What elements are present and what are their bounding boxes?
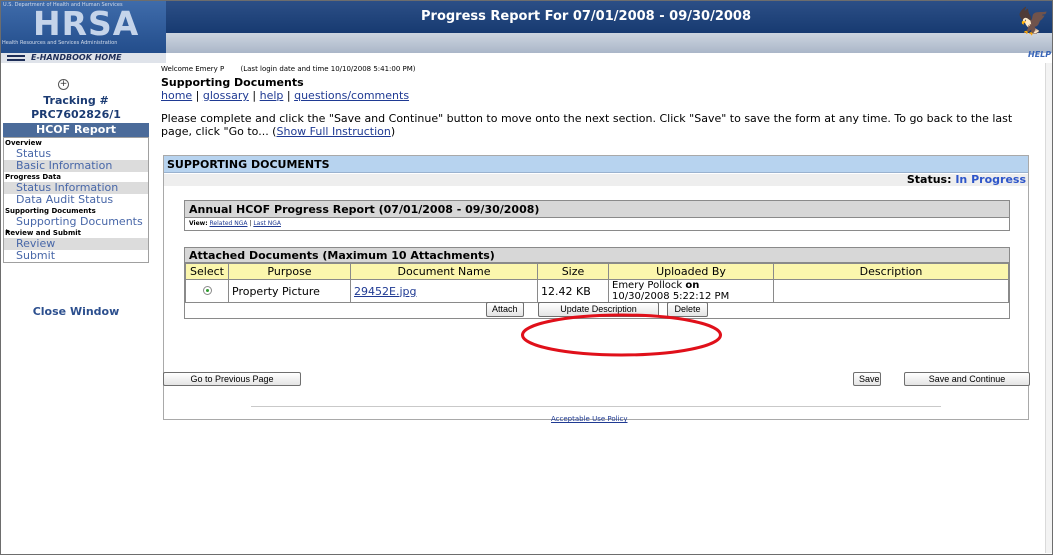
col-select: Select [185,263,229,280]
logo-subtitle: Health Resources and Services Administra… [2,40,118,46]
footer-divider [251,406,941,407]
attachments-table: Select Purpose Document Name Size Upload… [185,263,1009,303]
annual-report-title: Annual HCOF Progress Report (07/01/2008 … [185,201,1009,218]
main-content: Welcome Emery P (Last login date and tim… [161,63,1051,553]
help-link[interactable]: HELP [1028,50,1051,59]
select-radio[interactable] [202,285,212,295]
status-value: In Progress [955,173,1026,186]
handbook-icon [7,55,25,61]
handbook-home-link[interactable]: E-HANDBOOK HOME [1,53,166,63]
help-top-link[interactable]: help [260,89,284,102]
nav-item-data-audit-status[interactable]: Data Audit Status [4,194,148,206]
last-login-text: (Last login date and time 10/10/2008 5:4… [240,65,416,73]
annual-view-links: View: Related NGA | Last NGA [185,218,1009,230]
top-links: home | glossary | help | questions/comme… [161,89,409,102]
page-title: Supporting Documents [161,76,304,89]
tracking-label: Tracking # [43,94,109,107]
col-size: Size [537,263,609,280]
close-window-link[interactable]: Close Window [1,305,151,318]
link-separator: | [192,89,203,102]
show-full-instruction-link[interactable]: Show Full Instruction [276,125,390,138]
current-page-arrow-icon: ▶ [6,228,11,235]
status-label: Status: [906,173,952,186]
handbook-home-label: E-HANDBOOK HOME [31,53,122,62]
acceptable-use-policy-link[interactable]: Acceptable Use Policy [551,415,628,423]
nav-item-supporting-documents-label: Supporting Documents [16,215,143,228]
uploaded-by-cell: Emery Pollock on 10/30/2008 5:22:12 PM [608,279,774,303]
table-header-row: Select Purpose Document Name Size Upload… [185,263,1009,280]
glossary-link[interactable]: glossary [203,89,249,102]
view-label: View: [189,220,208,227]
select-cell [185,279,229,303]
expand-icon[interactable]: + [58,79,69,90]
home-link[interactable]: home [161,89,192,102]
save-and-continue-button[interactable]: Save and Continue [904,372,1030,386]
vertical-scrollbar[interactable] [1045,63,1052,553]
status-row: Status: In Progress [164,174,1028,186]
panel-title: SUPPORTING DOCUMENTS [164,156,1028,173]
link-separator: | [283,89,295,102]
questions-comments-link[interactable]: questions/comments [294,89,409,102]
highlight-ellipse-shape [521,313,722,357]
table-row: Property Picture 29452E.jpg 12.42 KB Eme… [185,279,1009,303]
attached-documents-title: Attached Documents (Maximum 10 Attachmen… [185,248,1009,263]
left-navigation: + Tracking # PRC7602826/1 HCOF Report Ov… [1,63,151,553]
attached-documents-box: Attached Documents (Maximum 10 Attachmen… [184,247,1010,319]
size-cell: 12.42 KB [537,279,609,303]
uploaded-on-label: on [685,280,700,291]
nav-item-submit[interactable]: Submit [4,250,148,262]
save-button[interactable]: Save [853,372,881,386]
logo-text: HRSA [33,4,140,43]
nav-item-supporting-documents[interactable]: ▶ Supporting Documents [4,215,148,236]
nav-item-basic-information[interactable]: Basic Information [4,160,148,172]
purpose-cell: Property Picture [228,279,351,303]
uploader-name: Emery Pollock [612,280,683,291]
col-document-name: Document Name [350,263,538,280]
navigation-tree: Overview Status Basic Information Progre… [3,137,149,263]
hrsa-logo: U.S. Department of Health and Human Serv… [1,1,166,53]
welcome-text: Welcome Emery P [161,65,225,73]
previous-page-button[interactable]: Go to Previous Page [163,372,301,386]
hhs-eagle-icon: 🦅 [1017,7,1050,37]
description-cell [773,279,1009,303]
report-header: HCOF Report [3,123,149,137]
instructions-end: ) [390,125,396,138]
highlight-ellipse [521,313,722,357]
link-separator: | [248,89,260,102]
browser-frame: U.S. Department of Health and Human Serv… [0,0,1053,555]
attach-button[interactable]: Attach [486,302,524,317]
app-header: U.S. Department of Health and Human Serv… [1,1,1052,63]
instructions: Please complete and click the "Save and … [161,112,1041,138]
related-nga-link[interactable]: Related NGA [210,220,248,227]
page-header-title: Progress Report For 07/01/2008 - 09/30/2… [421,9,752,24]
col-description: Description [773,263,1009,280]
page-navigation-buttons: Go to Previous Page Save Save and Contin… [163,371,1031,391]
annual-report-box: Annual HCOF Progress Report (07/01/2008 … [184,200,1010,231]
document-name-cell: 29452E.jpg [350,279,538,303]
col-purpose: Purpose [228,263,351,280]
col-uploaded-by: Uploaded By [608,263,774,280]
tracking-number: PRC7602826/1 [31,108,121,121]
last-nga-link[interactable]: Last NGA [253,220,281,227]
document-link[interactable]: 29452E.jpg [354,285,416,298]
welcome-line: Welcome Emery P (Last login date and tim… [161,65,416,73]
